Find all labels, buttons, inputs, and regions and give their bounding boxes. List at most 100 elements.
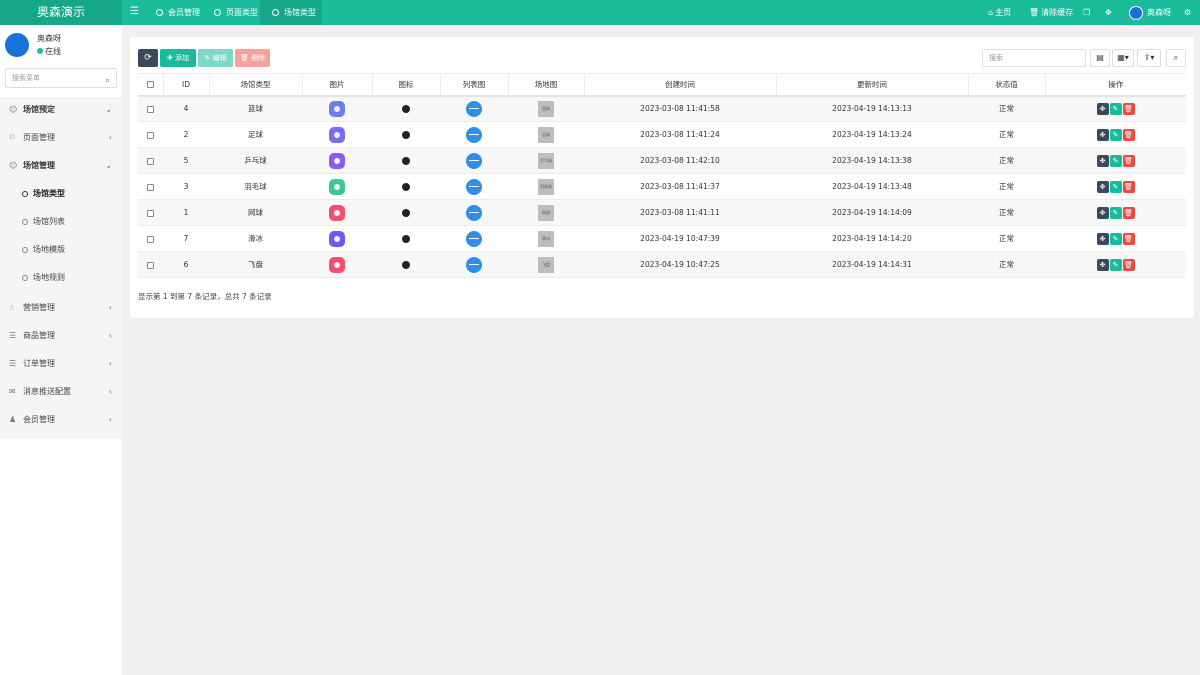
- edit-row-button[interactable]: ✎: [1109, 154, 1122, 167]
- edit-row-button[interactable]: ✎: [1109, 232, 1122, 245]
- drag-handle-icon[interactable]: ✥: [1096, 180, 1109, 193]
- username-top[interactable]: 奥森呀: [1147, 0, 1171, 25]
- thumbnail-image[interactable]: [329, 100, 345, 117]
- sidebar-item-venue-mgmt[interactable]: ☺ 场馆管理 ⌄: [0, 152, 122, 180]
- toggle-view-icon[interactable]: ▤: [1090, 49, 1110, 67]
- list-image-icon[interactable]: [466, 152, 482, 169]
- drag-handle-icon[interactable]: ✥: [1096, 258, 1109, 271]
- list-image-icon[interactable]: [466, 100, 482, 117]
- row-checkbox[interactable]: [147, 235, 154, 243]
- venue-image[interactable]: 网球: [538, 204, 554, 221]
- thumbnail-image[interactable]: [329, 230, 345, 247]
- list-image-icon[interactable]: [466, 256, 482, 273]
- list-image-icon[interactable]: [466, 230, 482, 247]
- venue-image[interactable]: 乒乓球: [538, 152, 554, 169]
- list-image-icon[interactable]: [466, 204, 482, 221]
- table-row[interactable]: 2 足球 足球 2023-03-08 11:41:24 2023-04-19 14:13…: [138, 121, 1186, 148]
- menu-toggle-icon[interactable]: ☰: [130, 6, 139, 18]
- row-checkbox[interactable]: [147, 105, 154, 113]
- delete-row-button[interactable]: 🗑: [1122, 258, 1135, 271]
- table-row[interactable]: 4 篮球 篮球 2023-03-08 11:41:58 2023-04-19 14:13…: [138, 95, 1186, 122]
- drag-handle-icon[interactable]: ✥: [1096, 128, 1109, 141]
- list-image-icon[interactable]: [466, 126, 482, 143]
- table-row[interactable]: 1 网球 网球 2023-03-08 11:41:11 2023-04-19 14:14…: [138, 199, 1186, 226]
- drag-handle-icon[interactable]: ✥: [1096, 206, 1109, 219]
- delete-button[interactable]: 🗑 删除: [235, 49, 270, 67]
- delete-row-button[interactable]: 🗑: [1122, 154, 1135, 167]
- thumbnail-image[interactable]: [329, 152, 345, 169]
- venue-image[interactable]: 篮球: [538, 100, 554, 117]
- edit-row-button[interactable]: ✎: [1109, 206, 1122, 219]
- col-header-type[interactable]: 场馆类型: [208, 73, 302, 97]
- thumbnail-image[interactable]: [329, 256, 345, 273]
- sidebar-item-field-template[interactable]: 场地模版: [0, 236, 122, 264]
- home-link[interactable]: ⌂ 主页: [988, 0, 1011, 25]
- venue-image[interactable]: 足球: [538, 126, 554, 143]
- columns-dropdown-icon[interactable]: ▦▾: [1112, 49, 1134, 67]
- drag-handle-icon[interactable]: ✥: [1096, 154, 1109, 167]
- venue-image[interactable]: 滑冰: [538, 230, 554, 247]
- language-icon[interactable]: ❐: [1083, 0, 1090, 25]
- avatar[interactable]: [1129, 6, 1143, 20]
- edit-button[interactable]: ✎ 编辑: [198, 49, 233, 67]
- fullscreen-icon[interactable]: ✥: [1105, 0, 1112, 25]
- table-search-input[interactable]: 搜索: [982, 49, 1086, 67]
- circle-icon: [22, 191, 28, 197]
- edit-row-button[interactable]: ✎: [1109, 128, 1122, 141]
- row-checkbox[interactable]: [147, 261, 154, 269]
- edit-row-button[interactable]: ✎: [1109, 258, 1122, 271]
- delete-row-button[interactable]: 🗑: [1122, 206, 1135, 219]
- tab-page-type[interactable]: 页面类型: [214, 0, 258, 25]
- sidebar-item-venue-type[interactable]: 场馆类型: [0, 180, 122, 208]
- smile-icon: ☺: [9, 105, 18, 114]
- sidebar-search-input[interactable]: 搜索菜单 ⌕: [5, 68, 117, 88]
- table-row[interactable]: 5 乒乓球 乒乓球 2023-03-08 11:42:10 2023-04-19 14:…: [138, 147, 1186, 174]
- row-checkbox[interactable]: [147, 157, 154, 165]
- sidebar-item-field-rules[interactable]: 场地规则: [0, 264, 122, 292]
- delete-row-button[interactable]: 🗑: [1122, 180, 1135, 193]
- venue-image-label: 足球: [542, 131, 550, 137]
- edit-row-button[interactable]: ✎: [1109, 102, 1122, 115]
- sidebar-item-venue-booking[interactable]: ☺ 场馆预定 ⌄: [0, 96, 122, 124]
- row-checkbox[interactable]: [147, 131, 154, 139]
- clear-cache-link[interactable]: 🗑 清除缓存: [1029, 0, 1073, 25]
- brand-logo[interactable]: 奥森演示: [0, 0, 122, 25]
- table-row[interactable]: 7 滑冰 滑冰 2023-04-19 10:47:39 2023-04-19 14:14…: [138, 225, 1186, 252]
- thumbnail-image[interactable]: [329, 204, 345, 221]
- table-row[interactable]: 6 飞盘 飞盘 2023-04-19 10:47:25 2023-04-19 14:14…: [138, 251, 1186, 278]
- thumbnail-image[interactable]: [329, 126, 345, 143]
- sidebar-item-message-push[interactable]: ✉ 消息推送配置 ‹: [0, 378, 122, 406]
- delete-row-button[interactable]: 🗑: [1122, 102, 1135, 115]
- settings-icon[interactable]: ⚙: [1184, 0, 1191, 25]
- main-panel: ⟳ ✚ 添加 ✎ 编辑 🗑 删除 搜索 ▤ ▦▾ ⇪▾ ⌕ ID 场馆类型 图片…: [130, 37, 1194, 318]
- edit-row-button[interactable]: ✎: [1109, 180, 1122, 193]
- select-all-checkbox[interactable]: [146, 81, 154, 89]
- sidebar-item-goods[interactable]: ☰ 商品管理 ‹: [0, 322, 122, 350]
- cell-updated: 2023-04-19 14:14:09: [776, 199, 968, 226]
- list-image-icon[interactable]: [466, 178, 482, 195]
- drag-handle-icon[interactable]: ✥: [1096, 102, 1109, 115]
- sidebar-item-venue-list[interactable]: 场馆列表: [0, 208, 122, 236]
- venue-image[interactable]: 羽毛球: [538, 178, 554, 195]
- drag-handle-icon[interactable]: ✥: [1096, 232, 1109, 245]
- sidebar-item-orders[interactable]: ☰ 订单管理 ‹: [0, 350, 122, 378]
- tab-member[interactable]: 会员管理: [156, 0, 200, 25]
- tab-venue-type[interactable]: 场馆类型: [260, 0, 322, 25]
- delete-row-button[interactable]: 🗑: [1122, 232, 1135, 245]
- col-header-id[interactable]: ID: [162, 73, 209, 97]
- add-button[interactable]: ✚ 添加: [160, 49, 196, 67]
- venue-image[interactable]: 飞盘: [538, 256, 554, 273]
- col-header-created[interactable]: 创建时间: [583, 73, 776, 97]
- sidebar-item-page-mgmt[interactable]: ⚐ 页面管理 ‹: [0, 124, 122, 152]
- delete-row-button[interactable]: 🗑: [1122, 128, 1135, 141]
- row-checkbox[interactable]: [147, 183, 154, 191]
- row-checkbox[interactable]: [147, 209, 154, 217]
- sidebar-item-members[interactable]: ♟ 会员管理 ‹: [0, 406, 122, 434]
- export-dropdown-icon[interactable]: ⇪▾: [1137, 49, 1161, 67]
- table-row[interactable]: 3 羽毛球 羽毛球 2023-03-08 11:41:37 2023-04-19 14:…: [138, 173, 1186, 200]
- thumbnail-image[interactable]: [329, 178, 345, 195]
- search-icon[interactable]: ⌕: [1166, 49, 1186, 67]
- refresh-button[interactable]: ⟳: [138, 49, 158, 67]
- col-header-updated[interactable]: 更新时间: [775, 73, 968, 97]
- sidebar-item-marketing[interactable]: ☝ 营销管理 ‹: [0, 294, 122, 322]
